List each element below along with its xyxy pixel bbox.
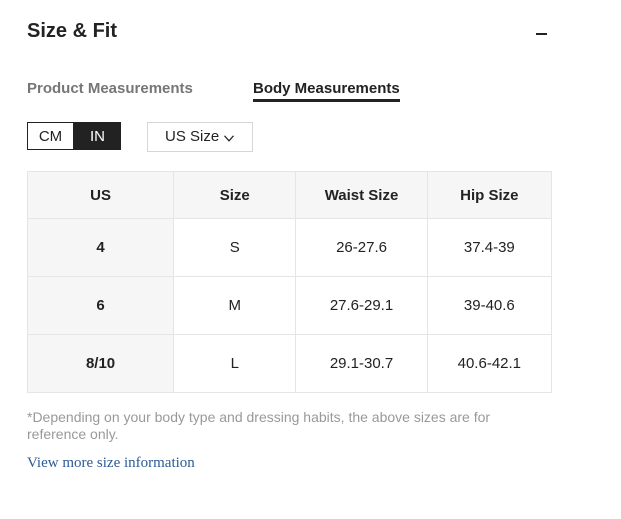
size-disclaimer: *Depending on your body type and dressin… xyxy=(27,409,491,442)
column-header-hip: Hip Size xyxy=(426,171,553,219)
chevron-down-icon xyxy=(224,135,234,142)
unit-cm-button[interactable]: CM xyxy=(27,122,74,150)
table-row: 4 S 26-27.6 37.4-39 xyxy=(26,218,553,277)
cell-hip: 39-40.6 xyxy=(426,276,553,335)
cell-us: 6 xyxy=(26,276,175,335)
table-row: 6 M 27.6-29.1 39-40.6 xyxy=(26,276,553,335)
section-title: Size & Fit xyxy=(27,20,118,42)
active-tab-underline xyxy=(253,99,400,102)
column-header-size: Size xyxy=(173,171,297,219)
cell-waist: 26-27.6 xyxy=(295,218,428,277)
size-system-dropdown[interactable]: US Size xyxy=(147,122,253,152)
tab-label: Product Measurements xyxy=(27,80,193,97)
tab-label: Body Measurements xyxy=(253,80,400,97)
unit-toggle: CM IN xyxy=(27,122,121,150)
cell-size: L xyxy=(173,334,297,393)
cell-size: M xyxy=(173,276,297,335)
minus-icon-bar xyxy=(536,33,547,35)
cell-waist: 29.1-30.7 xyxy=(295,334,428,393)
cell-us: 4 xyxy=(26,218,175,277)
column-header-us: US xyxy=(26,171,175,219)
minus-icon[interactable] xyxy=(535,22,549,42)
cell-waist: 27.6-29.1 xyxy=(295,276,428,335)
column-header-waist: Waist Size xyxy=(295,171,428,219)
unit-in-button[interactable]: IN xyxy=(74,122,121,150)
section-header: Size & Fit xyxy=(27,18,549,46)
size-table: US Size Waist Size Hip Size 4 S 26-27.6 … xyxy=(26,171,553,393)
tab-product-measurements[interactable]: Product Measurements xyxy=(27,80,193,97)
tab-body-measurements[interactable]: Body Measurements xyxy=(253,80,400,102)
size-system-label: US Size xyxy=(165,128,220,145)
cell-us: 8/10 xyxy=(26,334,175,393)
cell-hip: 40.6-42.1 xyxy=(426,334,553,393)
table-header-row: US Size Waist Size Hip Size xyxy=(26,171,553,219)
cell-size: S xyxy=(173,218,297,277)
cell-hip: 37.4-39 xyxy=(426,218,553,277)
table-row: 8/10 L 29.1-30.7 40.6-42.1 xyxy=(26,334,553,393)
view-more-size-info-link[interactable]: View more size information xyxy=(27,455,195,472)
